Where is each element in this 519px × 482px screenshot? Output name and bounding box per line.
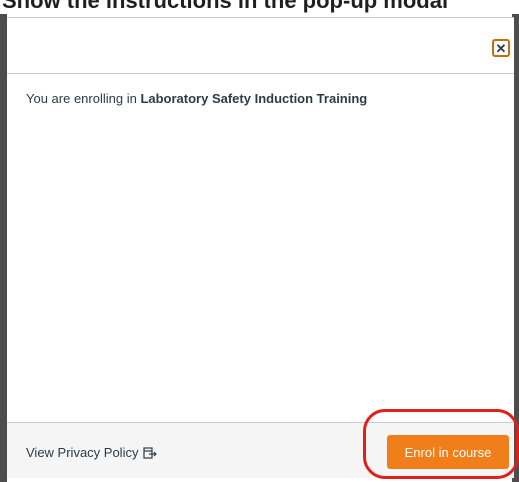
course-name: Laboratory Safety Induction Training — [140, 91, 368, 106]
enrol-message-prefix: You are enrolling in — [26, 91, 141, 106]
modal-body: You are enrolling in Laboratory Safety I… — [7, 75, 514, 422]
window-frame-left — [0, 14, 7, 482]
enrol-in-course-button[interactable]: Enrol in course — [387, 435, 509, 469]
background-caption-partial: Show the instructions in the pop-up moda… — [0, 0, 519, 18]
enrol-modal: ✕ You are enrolling in Laboratory Safety… — [7, 17, 514, 478]
close-icon: ✕ — [495, 40, 507, 56]
close-button[interactable]: ✕ — [492, 39, 510, 57]
external-link-icon — [143, 446, 158, 459]
privacy-policy-link[interactable]: View Privacy Policy — [26, 445, 158, 460]
modal-footer: View Privacy Policy Enrol in course — [7, 422, 514, 478]
modal-header: ✕ — [7, 18, 514, 74]
background-caption-text: Show the instructions in the pop-up moda… — [2, 0, 449, 13]
page: Show the instructions in the pop-up moda… — [0, 0, 519, 482]
privacy-policy-label: View Privacy Policy — [26, 445, 139, 460]
